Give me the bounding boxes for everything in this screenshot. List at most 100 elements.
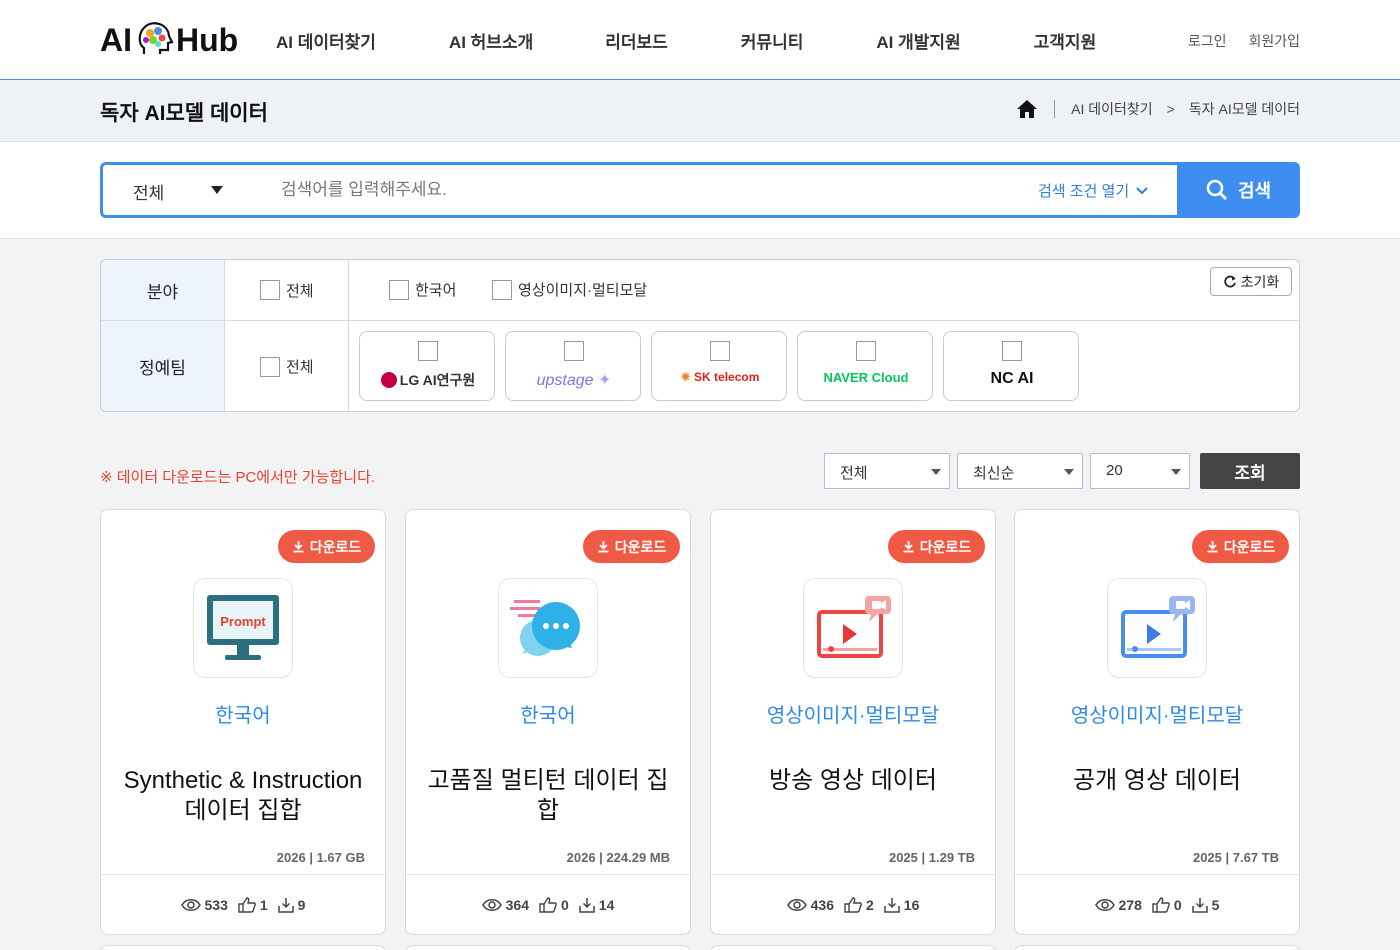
login-link[interactable]: 로그인 [1188, 31, 1227, 51]
dataset-card[interactable]: 다운로드 영상이미지·멀티모달 방송 영상 데이터 2025 | 1.29 TB 436… [710, 509, 996, 935]
logo-text-hub: Hub [176, 21, 239, 58]
download-label: 다운로드 [919, 538, 972, 555]
filter-dropdown-value: 전체 [840, 465, 868, 482]
nav-leaderboard[interactable]: 리더보드 [605, 28, 668, 53]
search-button[interactable]: 검색 [1177, 162, 1300, 218]
dataset-card[interactable] [405, 945, 691, 950]
likes-stat[interactable]: 1 [238, 897, 268, 913]
dataset-card[interactable] [710, 945, 996, 950]
card-category: 한국어 [520, 705, 576, 727]
download-button[interactable]: 다운로드 [888, 530, 985, 563]
filter-panel: 분야 전체 한국어 영상이미지·멀티모달 초기화 정예팀 전체 LG AI연구원 [100, 259, 1300, 412]
user-links: 로그인 회원가입 [1188, 31, 1300, 51]
dataset-card[interactable] [1014, 945, 1300, 950]
filter-option-label: 한국어 [415, 282, 457, 299]
team-option-sk-telecom[interactable]: ✺ SK telecom [651, 331, 787, 401]
nav-ai-hub-intro[interactable]: AI 허브소개 [449, 28, 533, 53]
aihub-logo[interactable]: AI Hub [100, 18, 238, 62]
team-option-nc-ai[interactable]: NC AI [943, 331, 1079, 401]
card-meta: 2026 | 224.29 MB [566, 850, 670, 865]
checkbox[interactable] [1002, 341, 1022, 361]
sk-telecom-logo: ✺ SK telecom [680, 370, 760, 384]
page-title-bar: 독자 AI모델 데이터 AI 데이터찾기 > 독자 AI모델 데이터 [0, 81, 1400, 142]
dataset-card[interactable]: 다운로드 영상이미지·멀티모달 공개 영상 데이터 2025 | 7.67 TB 278… [1014, 509, 1300, 935]
views-stat: 436 [786, 897, 834, 913]
search-scope-select[interactable]: 전체 [133, 179, 164, 204]
likes-stat[interactable]: 0 [1152, 897, 1182, 913]
team-option-naver-cloud[interactable]: NAVER Cloud [797, 331, 933, 401]
card-title[interactable]: 방송 영상 데이터 [731, 766, 975, 796]
refresh-icon [1223, 275, 1236, 287]
filter-option-korean[interactable]: 한국어 [389, 279, 456, 300]
checkbox[interactable] [260, 280, 280, 300]
download-button[interactable]: 다운로드 [583, 530, 680, 563]
page-size-dropdown[interactable]: 20 [1090, 453, 1190, 489]
filter-option-label: 영상이미지·멀티모달 [518, 282, 648, 299]
card-title[interactable]: 공개 영상 데이터 [1035, 766, 1279, 796]
card-stats: 364 0 14 [406, 874, 690, 934]
nav-ai-dev-support[interactable]: AI 개발지원 [876, 28, 960, 53]
brain-head-icon [138, 22, 174, 54]
checkbox[interactable] [492, 279, 512, 300]
search-input[interactable] [281, 173, 1001, 207]
likes-stat[interactable]: 0 [539, 897, 569, 913]
eye-icon [180, 898, 201, 911]
checkbox[interactable] [856, 341, 876, 361]
advanced-search-toggle[interactable]: 검색 조건 열기 [1038, 180, 1149, 201]
card-title[interactable]: 고품질 멀티턴 데이터 집합 [426, 766, 670, 826]
filter-label-field: 분야 [101, 260, 225, 320]
card-category: 영상이미지·멀티모달 [766, 705, 940, 727]
search-bar: 전체 검색 조건 열기 검색 [100, 162, 1300, 218]
page-title: 독자 AI모델 데이터 [100, 102, 268, 125]
checkbox[interactable] [260, 356, 280, 377]
nav-community[interactable]: 커뮤니티 [741, 28, 804, 53]
card-stats: 533 1 9 [101, 874, 385, 934]
filter-team-all[interactable]: 전체 [225, 321, 349, 411]
home-icon[interactable] [1016, 99, 1038, 119]
download-tray-icon [277, 897, 294, 913]
likes-count: 2 [865, 896, 874, 913]
query-button[interactable]: 조회 [1200, 453, 1300, 489]
card-title[interactable]: Synthetic & Instruction 데이터 집합 [121, 766, 365, 826]
checkbox[interactable] [710, 341, 730, 361]
signup-link[interactable]: 회원가입 [1248, 31, 1300, 51]
filter-dropdown[interactable]: 전체 [824, 453, 950, 489]
sort-dropdown-value: 최신순 [973, 465, 1015, 482]
reset-button[interactable]: 초기화 [1210, 267, 1292, 296]
download-button[interactable]: 다운로드 [1192, 530, 1289, 563]
downloads-stat: 14 [579, 896, 615, 913]
download-notice: ※ 데이터 다운로드는 PC에서만 가능합니다. [100, 469, 376, 486]
downloads-count: 14 [598, 896, 615, 913]
checkbox[interactable] [389, 279, 409, 300]
views-count: 533 [204, 896, 228, 913]
breadcrumb: AI 데이터찾기 > 독자 AI모델 데이터 [1016, 99, 1300, 119]
dataset-card[interactable] [100, 945, 386, 950]
filter-label-team: 정예팀 [101, 321, 225, 411]
nav-ai-data-search[interactable]: AI 데이터찾기 [276, 28, 376, 53]
checkbox[interactable] [564, 341, 584, 361]
download-button[interactable]: 다운로드 [278, 530, 375, 563]
downloads-stat: 16 [884, 897, 919, 913]
caret-down-icon [931, 469, 941, 475]
download-label: 다운로드 [309, 538, 362, 555]
dataset-card[interactable]: 다운로드 Prompt 한국어 Synthetic & Instruction 데이터… [100, 509, 386, 935]
downloads-stat: 5 [1191, 897, 1219, 913]
naver-cloud-logo: NAVER Cloud [823, 370, 909, 385]
nav-customer-support[interactable]: 고객지원 [1034, 28, 1097, 53]
caret-down-icon [1171, 469, 1181, 475]
dataset-card[interactable]: 다운로드 한국어 고품질 멀티턴 데이터 집합 2026 | 224.29 MB 364… [405, 509, 691, 935]
checkbox[interactable] [418, 341, 438, 361]
breadcrumb-ai-data[interactable]: AI 데이터찾기 [1071, 99, 1153, 119]
views-stat: 533 [180, 896, 228, 913]
sort-dropdown[interactable]: 최신순 [957, 453, 1083, 489]
likes-count: 1 [259, 896, 268, 913]
team-option-upstage[interactable]: upstage ✦ [505, 331, 641, 401]
card-meta: 2026 | 1.67 GB [276, 850, 365, 865]
likes-stat[interactable]: 2 [844, 897, 874, 913]
team-option-lg[interactable]: LG AI연구원 [359, 331, 495, 401]
filter-option-multimodal[interactable]: 영상이미지·멀티모달 [492, 279, 647, 300]
filter-field-all[interactable]: 전체 [225, 260, 349, 320]
card-category: 영상이미지·멀티모달 [1070, 705, 1244, 727]
chat-bubble-icon [498, 578, 598, 678]
caret-down-icon[interactable] [211, 186, 223, 194]
